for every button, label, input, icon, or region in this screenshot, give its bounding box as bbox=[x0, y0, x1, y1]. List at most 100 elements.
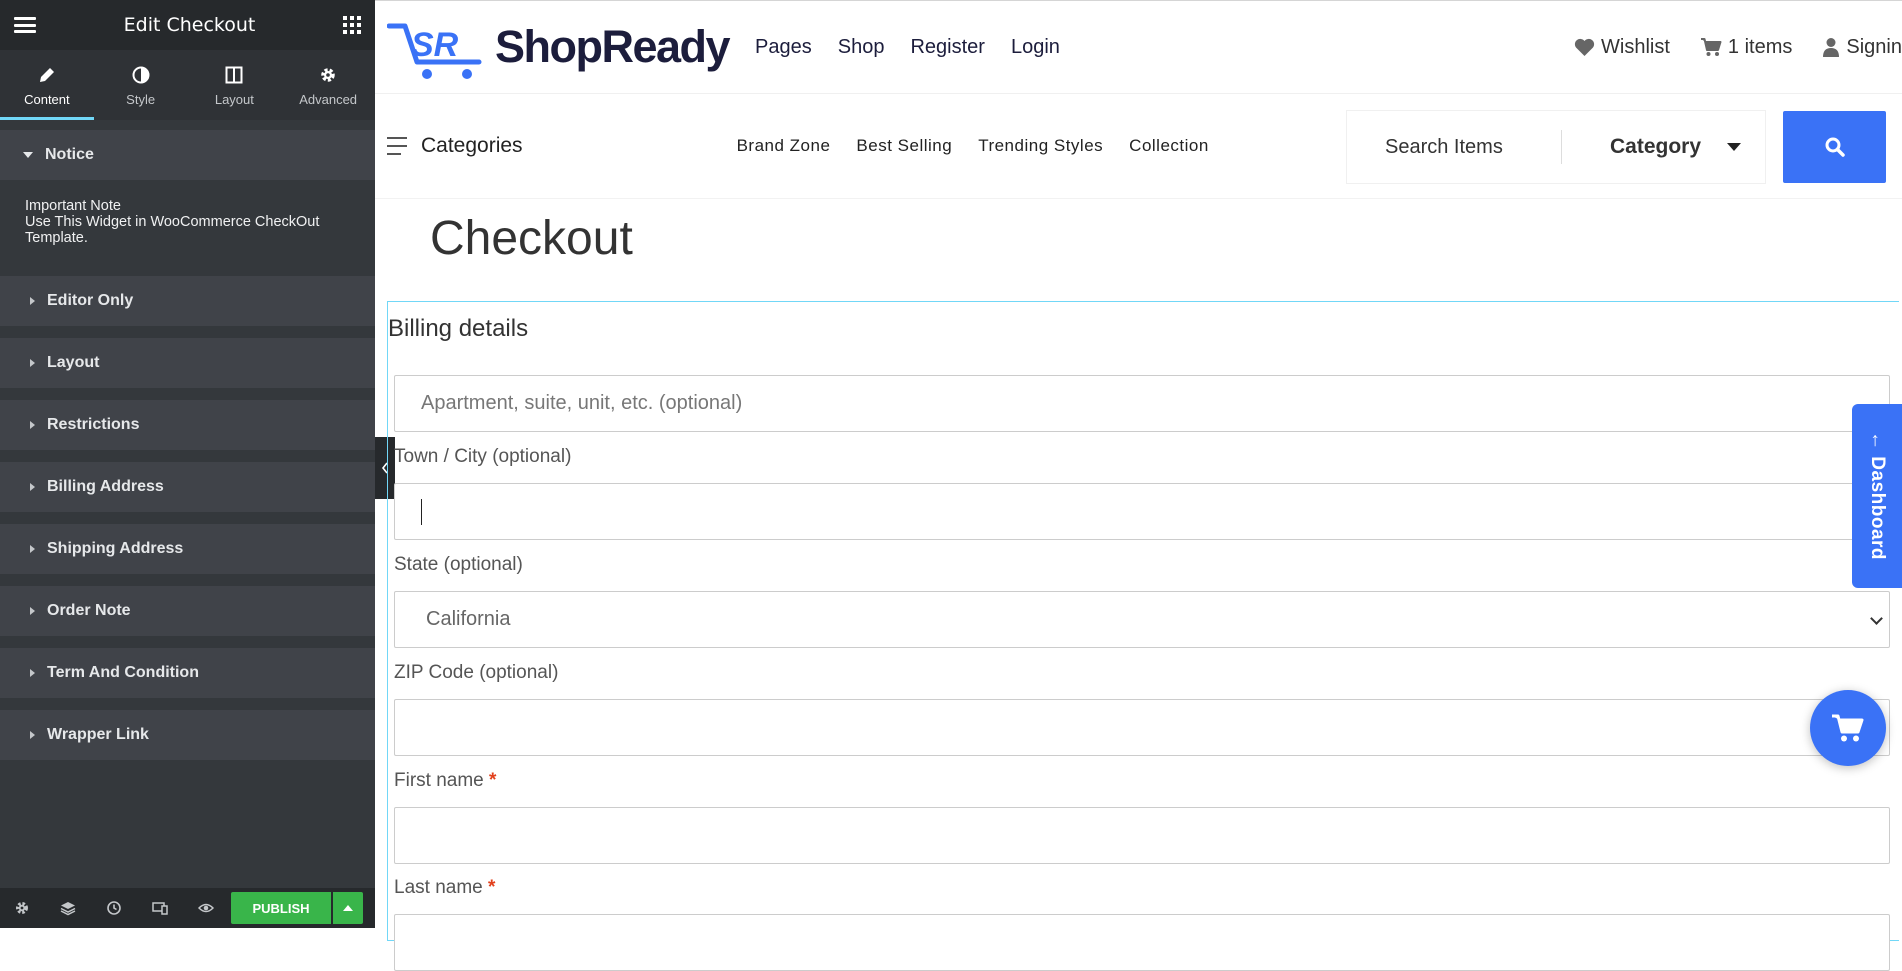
navigator-layers-icon[interactable] bbox=[60, 900, 76, 916]
caret-right-icon bbox=[30, 359, 35, 367]
history-icon[interactable] bbox=[106, 900, 122, 916]
main-nav: Pages Shop Register Login bbox=[755, 36, 1086, 59]
svg-text:SR: SR bbox=[411, 26, 459, 64]
site-preview: SR ShopReady Pages Shop Register Login W… bbox=[375, 0, 1902, 971]
tab-label: Style bbox=[126, 91, 156, 107]
last-name-field[interactable] bbox=[394, 914, 1890, 971]
section-term-and-condition[interactable]: Term And Condition bbox=[0, 648, 375, 698]
section-order-note[interactable]: Order Note bbox=[0, 586, 375, 636]
publish-button[interactable]: PUBLISH bbox=[231, 892, 331, 924]
last-name-label: Last name * bbox=[394, 877, 495, 899]
caret-right-icon bbox=[30, 731, 35, 739]
caret-down-icon bbox=[1727, 143, 1742, 151]
chevron-down-icon bbox=[1870, 612, 1883, 625]
wishlist-link[interactable]: Wishlist bbox=[1574, 36, 1670, 59]
notice-line-2: Use This Widget in WooCommerce CheckOut … bbox=[25, 214, 320, 246]
dashboard-tab[interactable]: ← Dashboard bbox=[1852, 404, 1902, 588]
notice-body: Important Note Use This Widget in WooCom… bbox=[0, 180, 375, 264]
panel-tabs: Content Style Layout Advanced bbox=[0, 50, 375, 120]
contrast-icon bbox=[132, 64, 150, 86]
state-select[interactable]: California bbox=[394, 591, 1890, 648]
first-name-field[interactable] bbox=[394, 807, 1890, 864]
search-button[interactable] bbox=[1783, 111, 1886, 183]
nav-link-shop[interactable]: Shop bbox=[838, 36, 885, 59]
caret-right-icon bbox=[30, 297, 35, 305]
cart-link[interactable]: 1 items bbox=[1700, 36, 1792, 59]
tab-layout[interactable]: Layout bbox=[188, 50, 282, 120]
category-link-brand-zone[interactable]: Brand Zone bbox=[737, 136, 831, 156]
state-label: State (optional) bbox=[394, 554, 523, 575]
responsive-mode-icon[interactable] bbox=[152, 900, 168, 916]
text-cursor bbox=[421, 498, 422, 525]
cart-icon bbox=[1700, 37, 1722, 57]
site-header: SR ShopReady Pages Shop Register Login W… bbox=[375, 1, 1902, 94]
billing-details-widget: Billing details Apartment, suite, unit, … bbox=[387, 301, 1899, 971]
last-name-label-text: Last name bbox=[394, 877, 483, 898]
widgets-grid-icon[interactable] bbox=[342, 16, 361, 34]
apartment-field[interactable]: Apartment, suite, unit, etc. (optional) bbox=[394, 375, 1890, 432]
shopready-cart-logo-icon: SR bbox=[387, 23, 482, 79]
category-link-best-selling[interactable]: Best Selling bbox=[856, 136, 952, 156]
categories-menu[interactable]: Categories bbox=[387, 134, 523, 158]
tab-label: Content bbox=[24, 91, 70, 107]
first-name-label: First name * bbox=[394, 770, 496, 792]
search-input[interactable] bbox=[1347, 135, 1557, 159]
section-layout[interactable]: Layout bbox=[0, 338, 375, 388]
menu-icon[interactable] bbox=[14, 17, 36, 33]
section-label: Notice bbox=[45, 146, 94, 163]
wishlist-label: Wishlist bbox=[1601, 35, 1670, 58]
required-mark: * bbox=[489, 770, 497, 791]
section-shipping-address[interactable]: Shipping Address bbox=[0, 524, 375, 574]
editor-panel: Edit Checkout Content Style Layout Advan… bbox=[0, 0, 375, 928]
category-select[interactable]: Category bbox=[1610, 135, 1742, 159]
settings-gear-icon[interactable] bbox=[14, 900, 30, 916]
section-label: Wrapper Link bbox=[47, 726, 149, 743]
nav-link-register[interactable]: Register bbox=[910, 36, 984, 59]
section-label: Editor Only bbox=[47, 292, 134, 309]
category-link-trending-styles[interactable]: Trending Styles bbox=[978, 136, 1103, 156]
cart-label: 1 items bbox=[1727, 35, 1793, 58]
logo-text: ShopReady bbox=[495, 21, 731, 72]
zip-label: ZIP Code (optional) bbox=[394, 662, 559, 683]
section-notice[interactable]: Notice bbox=[0, 130, 375, 180]
first-name-label-text: First name bbox=[394, 770, 484, 791]
floating-cart-button[interactable] bbox=[1810, 690, 1886, 766]
tab-label: Layout bbox=[214, 91, 254, 107]
cart-icon bbox=[1832, 714, 1864, 742]
preview-eye-icon[interactable] bbox=[198, 900, 214, 916]
columns-icon bbox=[225, 64, 243, 86]
section-label: Layout bbox=[47, 354, 100, 371]
section-restrictions[interactable]: Restrictions bbox=[0, 400, 375, 450]
tab-advanced[interactable]: Advanced bbox=[281, 50, 375, 120]
city-field[interactable] bbox=[394, 483, 1890, 540]
section-wrapper-link[interactable]: Wrapper Link bbox=[0, 710, 375, 760]
caret-right-icon bbox=[30, 669, 35, 677]
caret-right-icon bbox=[30, 545, 35, 553]
categories-label: Categories bbox=[421, 134, 523, 157]
zip-field[interactable] bbox=[394, 699, 1890, 756]
signin-link[interactable]: Signin bbox=[1822, 36, 1902, 59]
heart-icon bbox=[1574, 38, 1595, 57]
search-box: Category bbox=[1346, 110, 1766, 184]
dashboard-label: ← Dashboard bbox=[1867, 431, 1888, 561]
site-logo[interactable]: SR ShopReady bbox=[387, 12, 731, 82]
caret-right-icon bbox=[30, 483, 35, 491]
publish-options-button[interactable] bbox=[333, 892, 363, 924]
category-link-collection[interactable]: Collection bbox=[1129, 136, 1209, 156]
search-divider bbox=[1561, 130, 1562, 164]
billing-details-title: Billing details bbox=[388, 315, 529, 342]
header-actions: Wishlist 1 items Signin bbox=[1544, 36, 1902, 59]
panel-header: Edit Checkout bbox=[0, 0, 375, 50]
notice-line-1: Important Note bbox=[25, 198, 121, 214]
tab-style[interactable]: Style bbox=[94, 50, 188, 120]
caret-right-icon bbox=[30, 421, 35, 429]
section-editor-only[interactable]: Editor Only bbox=[0, 276, 375, 326]
required-mark: * bbox=[488, 877, 496, 898]
nav-link-pages[interactable]: Pages bbox=[755, 36, 812, 59]
apartment-placeholder: Apartment, suite, unit, etc. (optional) bbox=[421, 392, 743, 414]
tab-content[interactable]: Content bbox=[0, 50, 94, 120]
city-label: Town / City (optional) bbox=[394, 446, 572, 467]
section-billing-address[interactable]: Billing Address bbox=[0, 462, 375, 512]
state-value: California bbox=[426, 608, 511, 630]
nav-link-login[interactable]: Login bbox=[1011, 36, 1060, 59]
